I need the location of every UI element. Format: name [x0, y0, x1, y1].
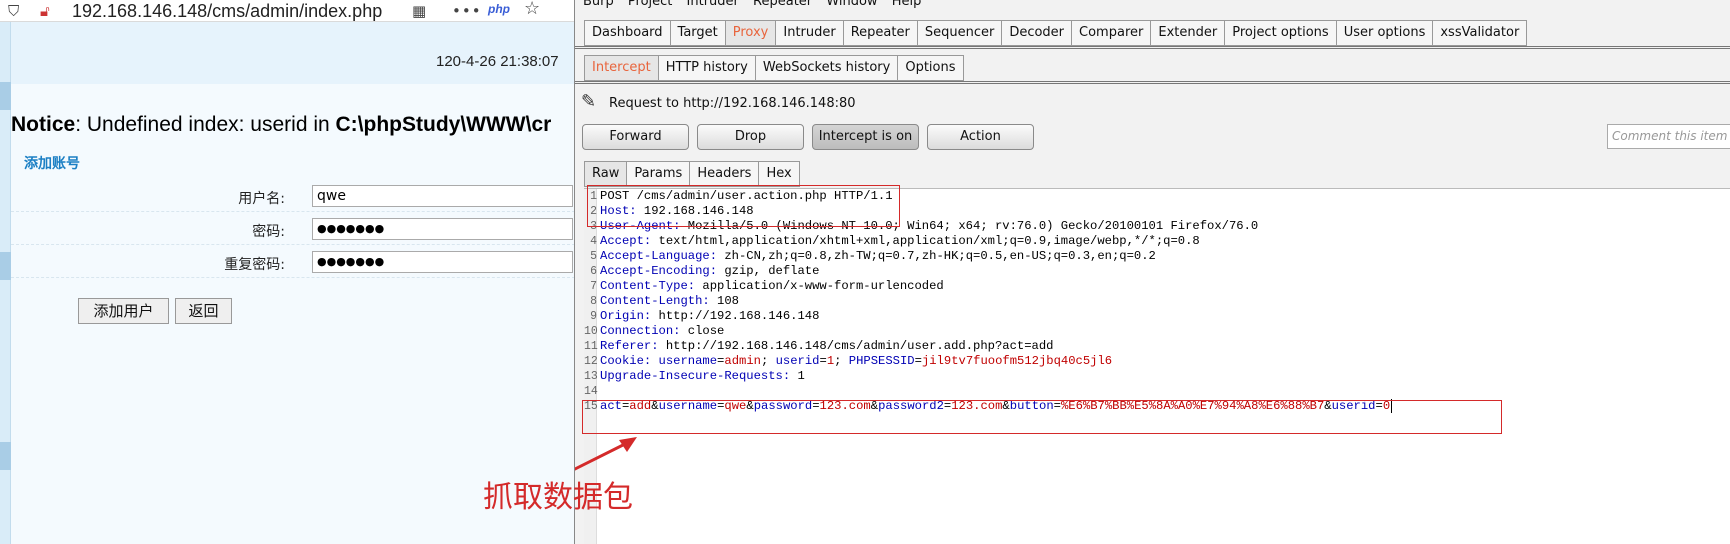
- php-notice: Notice: Undefined index: userid in C:\ph…: [11, 113, 551, 137]
- header-content-length: Content-Length: 108: [600, 294, 739, 308]
- tab-proxy-options[interactable]: Options: [897, 55, 964, 81]
- tab-decoder[interactable]: Decoder: [1001, 20, 1073, 46]
- tab-proxy[interactable]: Proxy: [724, 20, 777, 46]
- line-number: 11: [584, 340, 598, 353]
- tab-dashboard[interactable]: Dashboard: [584, 20, 671, 46]
- left-frame-strip: [0, 22, 11, 544]
- header-upgrade-insecure: Upgrade-Insecure-Requests: 1: [600, 369, 805, 383]
- raw-request-editor[interactable]: 1 2 3 4 5 6 7 8 9 10 11 12 13 14 15 POST…: [584, 188, 1730, 544]
- header-origin: Origin: http://192.168.146.148: [600, 309, 820, 323]
- form-row-username: 用户名: qwe: [11, 182, 575, 212]
- tab-hex[interactable]: Hex: [758, 161, 800, 187]
- notice-text: : Undefined index: userid in: [75, 113, 336, 136]
- tab-params[interactable]: Params: [626, 161, 691, 187]
- main-tabs-divider: [575, 46, 1730, 49]
- pencil-icon: ✎: [581, 91, 597, 112]
- tab-comparer[interactable]: Comparer: [1071, 20, 1152, 46]
- form-title: 添加账号: [24, 156, 80, 172]
- back-button[interactable]: 返回: [175, 298, 232, 324]
- strip-mark: [0, 252, 11, 280]
- confirm-password-label: 重复密码:: [224, 257, 285, 273]
- username-input[interactable]: qwe: [312, 185, 573, 207]
- main-tabs: Dashboard Target Proxy Intruder Repeater…: [584, 20, 1528, 46]
- tab-xssvalidator[interactable]: xssValidator: [1432, 20, 1528, 46]
- proxy-tabs-divider: [575, 81, 1730, 84]
- header-accept-language: Accept-Language: zh-CN,zh;q=0.8,zh-TW;q=…: [600, 249, 1156, 263]
- line-number: 4: [590, 235, 597, 248]
- line-number: 13: [584, 370, 598, 383]
- tab-sequencer[interactable]: Sequencer: [916, 20, 1003, 46]
- tab-extender[interactable]: Extender: [1150, 20, 1226, 46]
- php-extension-icon[interactable]: php: [488, 2, 510, 16]
- strip-mark: [0, 82, 11, 110]
- line-number: 6: [590, 265, 597, 278]
- page-body: [0, 22, 575, 544]
- address-bar[interactable]: ⛉ 🔓︎ 192.168.146.148/cms/admin/index.php…: [0, 0, 575, 22]
- action-button[interactable]: Action: [927, 124, 1034, 150]
- header-cookie: Cookie: username=admin; userid=1; PHPSES…: [600, 354, 1113, 368]
- tab-repeater[interactable]: Repeater: [842, 20, 918, 46]
- forward-button[interactable]: Forward: [582, 124, 689, 150]
- menu-help[interactable]: Help: [892, 0, 922, 9]
- menu-intruder[interactable]: Intruder: [687, 0, 739, 9]
- tab-intercept[interactable]: Intercept: [584, 55, 659, 81]
- tab-raw[interactable]: Raw: [584, 161, 628, 187]
- username-label: 用户名:: [238, 191, 285, 207]
- line-number: 8: [590, 295, 597, 308]
- menu-project[interactable]: Project: [628, 0, 672, 9]
- burp-window: Burp Project Intruder Repeater Window He…: [574, 0, 1730, 544]
- tab-headers[interactable]: Headers: [689, 161, 760, 187]
- header-accept: Accept: text/html,application/xhtml+xml,…: [600, 234, 1200, 248]
- highlight-request-host-box: [587, 185, 900, 227]
- insecure-lock-icon[interactable]: 🔓︎: [40, 2, 50, 20]
- intercept-toggle[interactable]: Intercept is on: [812, 124, 919, 150]
- request-target: Request to http://192.168.146.148:80: [609, 96, 856, 111]
- menu-bar: Burp Project Intruder Repeater Window He…: [575, 0, 923, 12]
- form-row-password: 密码: ●●●●●●●: [11, 215, 575, 245]
- tab-user-options[interactable]: User options: [1335, 20, 1434, 46]
- menu-window[interactable]: Window: [826, 0, 877, 9]
- drop-button[interactable]: Drop: [697, 124, 804, 150]
- notice-path: C:\phpStudy\WWW\cr: [335, 113, 552, 136]
- menu-burp[interactable]: Burp: [583, 0, 614, 9]
- header-referer: Referer: http://192.168.146.148/cms/admi…: [600, 339, 1054, 353]
- url-text[interactable]: 192.168.146.148/cms/admin/index.php: [72, 0, 382, 22]
- tab-target[interactable]: Target: [669, 20, 726, 46]
- line-number: 7: [590, 280, 597, 293]
- qr-code-icon[interactable]: ▦: [412, 2, 426, 20]
- tab-websockets-history[interactable]: WebSockets history: [754, 55, 899, 81]
- line-number: 10: [584, 325, 598, 338]
- line-number: 12: [584, 355, 598, 368]
- editor-tabs: Raw Params Headers Hex: [584, 161, 800, 187]
- shield-icon[interactable]: ⛉: [8, 2, 19, 20]
- line-number: 14: [584, 385, 598, 398]
- header-accept-encoding: Accept-Encoding: gzip, deflate: [600, 264, 820, 278]
- tab-project-options[interactable]: Project options: [1224, 20, 1337, 46]
- notice-label: Notice: [11, 113, 76, 136]
- form-row-confirm-password: 重复密码: ●●●●●●●: [11, 248, 575, 278]
- confirm-password-input[interactable]: ●●●●●●●: [312, 251, 573, 273]
- header-content-type: Content-Type: application/x-www-form-url…: [600, 279, 944, 293]
- strip-mark: [0, 442, 11, 470]
- comment-input[interactable]: Comment this item: [1607, 124, 1730, 149]
- tab-intruder[interactable]: Intruder: [775, 20, 844, 46]
- datetime-text: 120-4-26 21:38:07: [436, 53, 559, 70]
- tab-http-history[interactable]: HTTP history: [657, 55, 756, 81]
- proxy-tabs: Intercept HTTP history WebSockets histor…: [584, 55, 964, 81]
- header-connection: Connection: close: [600, 324, 725, 338]
- highlight-body-box: [582, 400, 1502, 434]
- line-number: 5: [590, 250, 597, 263]
- add-user-button[interactable]: 添加用户: [78, 298, 169, 324]
- annotation-caption: 抓取数据包: [483, 480, 633, 515]
- password-label: 密码:: [252, 224, 285, 240]
- password-input[interactable]: ●●●●●●●: [312, 218, 573, 240]
- menu-repeater[interactable]: Repeater: [753, 0, 812, 9]
- line-number: 9: [590, 310, 597, 323]
- bookmark-star-icon[interactable]: ☆: [524, 0, 540, 18]
- browser-window: ⛉ 🔓︎ 192.168.146.148/cms/admin/index.php…: [0, 0, 575, 544]
- more-icon[interactable]: •••: [452, 2, 482, 20]
